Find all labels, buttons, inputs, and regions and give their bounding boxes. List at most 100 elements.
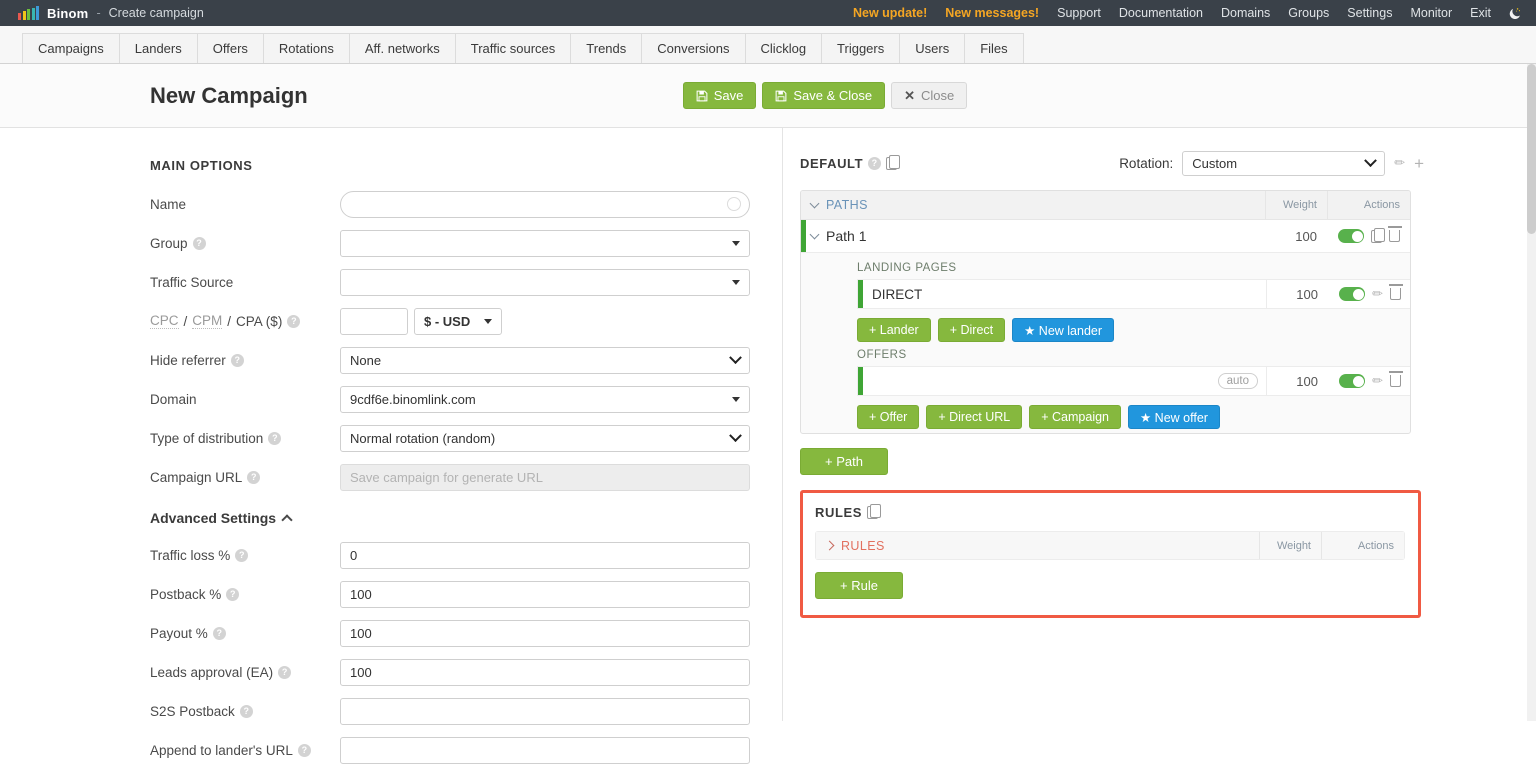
tab-landers[interactable]: Landers — [119, 33, 198, 63]
question-icon[interactable]: ? — [235, 549, 248, 562]
question-icon[interactable]: ? — [247, 471, 260, 484]
top-bar: Binom - Create campaign New update! New … — [0, 0, 1536, 26]
page-scrollbar[interactable] — [1527, 64, 1536, 721]
s2s-postback-input[interactable] — [340, 698, 750, 725]
add-direct-url-button[interactable]: + Direct URL — [926, 405, 1022, 429]
tab-aff-networks[interactable]: Aff. networks — [349, 33, 456, 63]
landing-page-weight: 100 — [1266, 280, 1328, 308]
add-offer-button[interactable]: + Offer — [857, 405, 919, 429]
paths-panel: PATHS Weight Actions Path 1 100 LANDING … — [800, 190, 1411, 434]
pencil-icon[interactable]: ✏ — [1372, 373, 1383, 389]
traffic-loss-input[interactable] — [340, 542, 750, 569]
tab-files[interactable]: Files — [964, 33, 1023, 63]
tab-campaigns[interactable]: Campaigns — [22, 33, 120, 63]
question-icon[interactable]: ? — [298, 744, 311, 757]
moon-icon[interactable] — [1504, 3, 1526, 23]
chevron-down-icon[interactable] — [810, 199, 820, 209]
tab-traffic-sources[interactable]: Traffic sources — [455, 33, 572, 63]
topnav-settings[interactable]: Settings — [1338, 2, 1401, 24]
field-s2s-postback-label: S2S Postback — [150, 704, 235, 719]
currency-select[interactable]: $ - USD — [414, 308, 502, 335]
copy-icon[interactable] — [867, 506, 878, 519]
question-icon[interactable]: ? — [231, 354, 244, 367]
offers-buttons: + Offer + Direct URL + Campaign ★ New of… — [857, 396, 1410, 433]
type-of-distribution-select[interactable]: Normal rotation (random) — [340, 425, 750, 452]
page-scrollbar-thumb[interactable] — [1527, 64, 1536, 234]
close-button[interactable]: ✕ Close — [891, 82, 967, 109]
offer-toggle[interactable] — [1339, 374, 1365, 388]
save-and-close-button[interactable]: Save & Close — [762, 82, 885, 109]
topnav-groups[interactable]: Groups — [1279, 2, 1338, 24]
question-icon[interactable]: ? — [868, 157, 881, 170]
rules-actions-header: Actions — [1321, 532, 1404, 559]
leads-approval-input[interactable] — [340, 659, 750, 686]
chevron-down-icon — [729, 351, 742, 364]
tab-conversions[interactable]: Conversions — [641, 33, 745, 63]
append-lander-url-input[interactable] — [340, 737, 750, 764]
question-icon[interactable]: ? — [278, 666, 291, 679]
cost-input[interactable] — [340, 308, 408, 335]
topnav-monitor[interactable]: Monitor — [1401, 2, 1461, 24]
tab-triggers[interactable]: Triggers — [821, 33, 900, 63]
new-lander-button[interactable]: ★ New lander — [1012, 318, 1114, 342]
copy-icon[interactable] — [886, 157, 897, 170]
traffic-source-select[interactable] — [340, 269, 750, 296]
copy-icon[interactable] — [1371, 230, 1382, 243]
save-button[interactable]: Save — [683, 82, 757, 109]
add-rule-button[interactable]: + Rule — [815, 572, 903, 599]
question-icon[interactable]: ? — [287, 315, 300, 328]
new-offer-button[interactable]: ★ New offer — [1128, 405, 1220, 429]
tab-rotations[interactable]: Rotations — [263, 33, 350, 63]
trash-icon[interactable] — [1389, 230, 1400, 242]
topnav-new-messages[interactable]: New messages! — [936, 2, 1048, 24]
question-icon[interactable]: ? — [213, 627, 226, 640]
name-input[interactable] — [340, 191, 750, 218]
topnav-support[interactable]: Support — [1048, 2, 1110, 24]
question-icon[interactable]: ? — [226, 588, 239, 601]
topnav-domains[interactable]: Domains — [1212, 2, 1279, 24]
field-type-of-distribution: Type of distribution ? Normal rotation (… — [150, 425, 782, 451]
plus-icon[interactable]: + — [1414, 155, 1424, 172]
path-toggle[interactable] — [1338, 229, 1364, 243]
landing-page-toggle[interactable] — [1339, 287, 1365, 301]
postback-pct-input[interactable] — [340, 581, 750, 608]
brand[interactable]: Binom - Create campaign — [0, 6, 204, 21]
cpm-link[interactable]: CPM — [192, 313, 222, 329]
question-icon[interactable]: ? — [268, 432, 281, 445]
chevron-right-icon[interactable] — [825, 541, 835, 551]
offer-weight: 100 — [1266, 367, 1328, 395]
add-path-button[interactable]: + Path — [800, 448, 888, 475]
x-icon: ✕ — [904, 88, 915, 104]
pencil-icon[interactable]: ✏ — [1394, 155, 1405, 171]
field-traffic-loss-label: Traffic loss % — [150, 548, 230, 563]
paths-actions-header: Actions — [1327, 191, 1410, 219]
chevron-down-icon[interactable] — [810, 230, 820, 240]
field-leads-approval-label: Leads approval (EA) — [150, 665, 273, 680]
topnav-documentation[interactable]: Documentation — [1110, 2, 1212, 24]
advanced-settings-toggle[interactable]: Advanced Settings — [150, 510, 782, 526]
payout-pct-input[interactable] — [340, 620, 750, 647]
tab-users[interactable]: Users — [899, 33, 965, 63]
trash-icon[interactable] — [1390, 375, 1401, 387]
save-button-label: Save — [714, 88, 744, 103]
rotation-select-value: Custom — [1192, 156, 1366, 171]
domain-select[interactable]: 9cdf6e.binomlink.com — [340, 386, 750, 413]
question-icon[interactable]: ? — [240, 705, 253, 718]
cpc-link[interactable]: CPC — [150, 313, 179, 329]
add-lander-button[interactable]: + Lander — [857, 318, 931, 342]
offer-row: auto 100 ✏ — [857, 366, 1411, 396]
tab-offers[interactable]: Offers — [197, 33, 264, 63]
hide-referrer-select[interactable]: None — [340, 347, 750, 374]
trash-icon[interactable] — [1390, 288, 1401, 300]
topnav-new-update[interactable]: New update! — [844, 2, 936, 24]
topnav-exit[interactable]: Exit — [1461, 2, 1500, 24]
field-name-label: Name — [150, 197, 340, 212]
add-direct-button[interactable]: + Direct — [938, 318, 1005, 342]
pencil-icon[interactable]: ✏ — [1372, 286, 1383, 302]
group-select[interactable] — [340, 230, 750, 257]
tab-clicklog[interactable]: Clicklog — [745, 33, 823, 63]
rotation-select[interactable]: Custom — [1182, 151, 1385, 176]
add-campaign-button[interactable]: + Campaign — [1029, 405, 1121, 429]
question-icon[interactable]: ? — [193, 237, 206, 250]
tab-trends[interactable]: Trends — [570, 33, 642, 63]
